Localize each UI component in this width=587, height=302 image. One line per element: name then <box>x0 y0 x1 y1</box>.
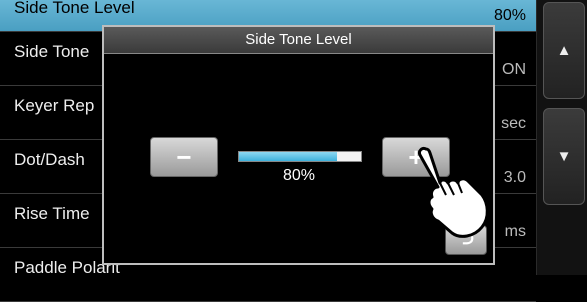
menu-item-label: Rise Time <box>14 204 90 223</box>
menu-item-label: Side Tone Level <box>14 0 135 17</box>
level-bar-fill <box>239 152 337 161</box>
level-percent: 80% <box>282 167 316 184</box>
menu-item-value: 80% <box>493 7 526 24</box>
scroll-down-button[interactable]: ▼ <box>543 108 585 205</box>
scroll-column: ▲ ▼ <box>536 0 587 275</box>
pointing-hand-icon <box>418 147 489 238</box>
triangle-up-icon: ▲ <box>556 42 572 59</box>
decrease-button[interactable]: − <box>150 137 218 177</box>
menu-item-value: ON <box>502 61 526 78</box>
menu-item-label: Side Tone <box>14 42 90 61</box>
scroll-up-button[interactable]: ▲ <box>543 2 585 99</box>
dialog-title: Side Tone Level <box>104 27 493 54</box>
menu-item-label: Keyer Rep <box>14 96 95 115</box>
level-bar <box>238 151 362 162</box>
triangle-down-icon: ▼ <box>556 148 572 165</box>
menu-item-label: Dot/Dash <box>14 150 85 169</box>
menu-item-value: ms <box>504 223 526 240</box>
menu-item-value: 3.0 <box>503 169 526 186</box>
menu-item-value: sec <box>501 115 526 132</box>
